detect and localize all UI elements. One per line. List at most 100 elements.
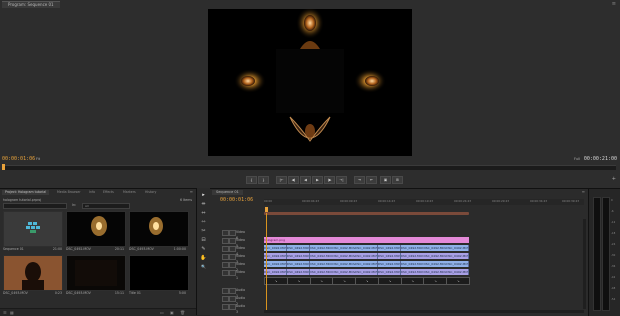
video-clip[interactable]: DSC_0492.MOV [446, 245, 470, 251]
video-clip[interactable]: DSC_0492.MOV [400, 269, 424, 275]
ripple-edit-tool-icon[interactable]: ⇔ [200, 210, 207, 216]
search-input[interactable] [3, 203, 67, 209]
zoom-tool-icon[interactable]: 🔍 [200, 264, 207, 270]
trash-icon[interactable]: 🗑 [180, 310, 185, 315]
panel-menu-icon[interactable]: ≡ [190, 189, 193, 194]
extract-button[interactable]: ⇤ [366, 176, 377, 184]
audio-clip[interactable]: ↘ [446, 277, 471, 285]
audio-meter-right [602, 197, 610, 311]
video-clip[interactable]: DSC_0492.MOV [377, 261, 402, 267]
video-clip[interactable]: DSC_0492.MOV [309, 253, 333, 259]
audio-clip[interactable]: ↘ [309, 277, 334, 285]
project-item-thumbnail[interactable] [66, 211, 126, 247]
project-item-thumbnail[interactable] [3, 211, 63, 247]
audio-clip[interactable]: ↘ [332, 277, 357, 285]
video-clip[interactable]: DSC_0492.MOV [332, 261, 356, 267]
step-forward-button[interactable]: |▶ [324, 176, 335, 184]
audio-clip[interactable]: ↘ [355, 277, 380, 285]
video-clip[interactable]: DSC_0492.MOV [446, 253, 470, 259]
video-clip[interactable]: DSC_0492.MOV [377, 269, 402, 275]
video-clip[interactable]: DSC_0492.MOV [377, 245, 402, 251]
export-frame-button[interactable]: ▣ [380, 176, 391, 184]
video-clip[interactable]: DSC_0492.MOV [264, 269, 288, 275]
audio-clip[interactable]: ↘ [286, 277, 312, 285]
list-view-icon[interactable]: ☰ [3, 310, 7, 315]
resolution-dropdown[interactable]: Full [574, 157, 580, 161]
video-clip[interactable]: DSC_0492.MOV [286, 245, 311, 251]
title-clip[interactable]: hologram.png [264, 237, 469, 243]
tab-history[interactable]: History [142, 190, 159, 195]
step-back-button[interactable]: ◀| [288, 176, 299, 184]
project-item-thumbnail[interactable] [66, 255, 126, 291]
video-clip[interactable]: DSC_0492.MOV [423, 245, 447, 251]
zoom-fit-dropdown[interactable]: Fit [36, 157, 40, 161]
audio-clip[interactable]: ↘ [377, 277, 403, 285]
new-item-icon[interactable]: ▣ [170, 310, 174, 315]
video-clip[interactable]: DSC_0492.MOV [400, 261, 424, 267]
video-clip[interactable]: DSC_0492.MOV [286, 253, 311, 259]
monitor-playhead[interactable] [2, 164, 5, 170]
video-clip[interactable]: DSC_0492.MOV [355, 245, 379, 251]
video-clip[interactable]: DSC_0492.MOV [264, 261, 288, 267]
video-clip[interactable]: DSC_0492.MOV [377, 253, 402, 259]
video-clip[interactable]: DSC_0492.MOV [286, 261, 311, 267]
in-filter-select[interactable]: All [82, 203, 130, 209]
audio-clip[interactable]: ↘ [423, 277, 448, 285]
hand-tool-icon[interactable]: ✋ [200, 255, 207, 261]
video-clip[interactable]: DSC_0492.MOV [423, 261, 447, 267]
rolling-edit-tool-icon[interactable]: ⇿ [200, 219, 207, 225]
video-clip[interactable]: DSC_0492.MOV [309, 269, 333, 275]
selection-tool-icon[interactable]: ▸ [200, 192, 207, 198]
slip-tool-icon[interactable]: ⊟ [200, 237, 207, 243]
razor-tool-icon[interactable]: ✂ [200, 228, 207, 234]
video-clip[interactable]: DSC_0492.MOV [332, 253, 356, 259]
go-to-out-button[interactable]: →| [336, 176, 347, 184]
tab-markers[interactable]: Markers [120, 190, 139, 195]
video-clip[interactable]: DSC_0492.MOV [423, 253, 447, 259]
lift-button[interactable]: ⇥ [354, 176, 365, 184]
project-item-thumbnail[interactable] [3, 255, 63, 291]
video-clip[interactable]: DSC_0492.MOV [309, 261, 333, 267]
video-clip[interactable]: DSC_0492.MOV [446, 269, 470, 275]
mark-out-button[interactable]: } [258, 176, 269, 184]
mark-in-button[interactable]: { [246, 176, 257, 184]
video-clip[interactable]: DSC_0492.MOV [286, 269, 311, 275]
meter-scale-label: -24 [611, 243, 616, 246]
panel-menu-icon[interactable]: ≡ [612, 1, 616, 7]
video-clip[interactable]: DSC_0492.MOV [446, 261, 470, 267]
play-reverse-button[interactable]: ◀ [300, 176, 311, 184]
video-clip[interactable]: DSC_0492.MOV [423, 269, 447, 275]
project-item-thumbnail[interactable] [129, 255, 189, 291]
add-button-icon[interactable]: + [612, 176, 616, 182]
video-clip[interactable]: DSC_0492.MOV [332, 269, 356, 275]
tab-project[interactable]: Project: Hologram tutorial [2, 190, 50, 195]
video-clip[interactable]: DSC_0492.MOV [264, 253, 288, 259]
pen-tool-icon[interactable]: ✎ [200, 246, 207, 252]
video-clip[interactable]: DSC_0492.MOV [309, 245, 333, 251]
button-editor-button[interactable]: ⊞ [392, 176, 403, 184]
project-item-thumbnail[interactable] [129, 211, 189, 247]
video-clip[interactable]: DSC_0492.MOV [332, 245, 356, 251]
video-clip[interactable]: DSC_0492.MOV [355, 261, 379, 267]
audio-clip[interactable]: ↘ [264, 277, 289, 285]
video-clip[interactable]: DSC_0492.MOV [355, 269, 379, 275]
timeline-playhead[interactable] [265, 207, 268, 212]
video-clip[interactable]: DSC_0492.MOV [400, 253, 424, 259]
track-select-tool-icon[interactable]: ⇹ [200, 201, 207, 207]
go-to-in-button[interactable]: |← [276, 176, 287, 184]
video-clip[interactable]: DSC_0492.MOV [355, 253, 379, 259]
timeline-vertical-scrollbar[interactable] [583, 219, 586, 309]
tab-info[interactable]: Info [86, 190, 98, 195]
program-monitor-tab[interactable]: Program: Sequence 01 [2, 1, 60, 8]
video-clip[interactable]: DSC_0492.MOV [400, 245, 424, 251]
play-button[interactable]: ▶ [312, 176, 323, 184]
timeline-horizontal-scrollbar[interactable] [264, 310, 584, 313]
monitor-scrubber[interactable] [2, 165, 616, 170]
icon-view-icon[interactable]: ▦ [10, 310, 14, 315]
video-clip[interactable]: DSC_0492.MOV [264, 245, 288, 251]
current-timecode[interactable]: 00:00:01:06 [2, 156, 35, 162]
audio-clip[interactable]: ↘ [400, 277, 425, 285]
tab-effects[interactable]: Effects [100, 190, 117, 195]
tab-media-browser[interactable]: Media Browser [54, 190, 84, 195]
new-bin-icon[interactable]: ▭ [160, 310, 164, 315]
